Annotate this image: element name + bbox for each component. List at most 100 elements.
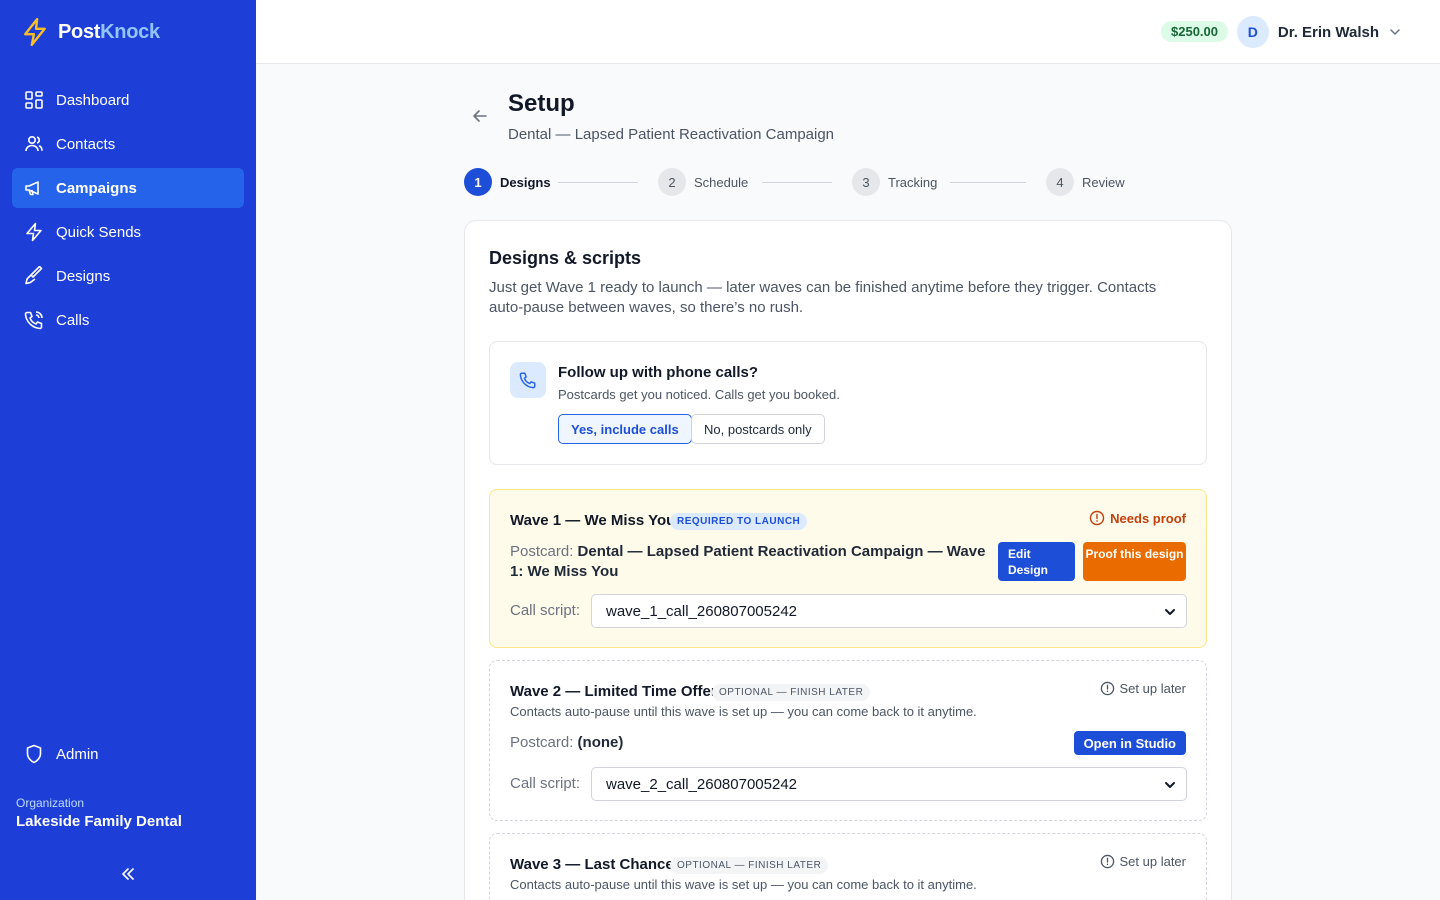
phone-calls-prompt: Follow up with phone calls? Postcards ge…	[489, 341, 1207, 465]
card-title: Designs & scripts	[489, 248, 642, 268]
calls-title: Follow up with phone calls?	[558, 364, 758, 381]
phone-tile	[510, 362, 546, 398]
bolt-logo-icon	[24, 18, 46, 46]
status-set-up-later: Set up later	[1100, 681, 1187, 696]
call-script-value: wave_2_call_260807005242	[606, 775, 798, 793]
postcard-info: Postcard: Dental — Lapsed Patient Reacti…	[510, 542, 990, 582]
back-button[interactable]	[470, 106, 490, 126]
clock-alert-icon	[1100, 854, 1114, 869]
include-calls-button[interactable]: Yes, include calls	[558, 414, 692, 444]
required-badge: REQUIRED TO LAUNCH	[670, 513, 808, 530]
user-name: Dr. Erin Walsh	[1277, 23, 1379, 41]
step-connector	[558, 182, 638, 183]
step-number: 3	[852, 168, 880, 196]
step-designs[interactable]: 1 Designs	[464, 168, 551, 196]
chevron-down-icon	[1165, 609, 1175, 615]
account-balance-badge: $250.00	[1161, 21, 1228, 42]
step-number: 2	[658, 168, 686, 196]
chevrons-left-icon	[122, 868, 134, 880]
step-number: 4	[1046, 168, 1074, 196]
postcard-label: Postcard:	[510, 734, 574, 751]
call-script-select[interactable]: wave_1_call_260807005242	[591, 594, 1187, 628]
postcard-value: (none)	[577, 734, 624, 751]
sidebar-item-label: Quick Sends	[56, 223, 142, 241]
arrow-left-icon	[473, 110, 487, 122]
clock-alert-icon	[1100, 681, 1114, 696]
optional-badge: OPTIONAL — FINISH LATER	[670, 857, 829, 874]
alert-circle-icon	[1089, 510, 1105, 526]
status-text: Needs proof	[1110, 510, 1186, 526]
wave-1-card: Wave 1 — We Miss You REQUIRED TO LAUNCH …	[489, 489, 1207, 648]
step-label: Tracking	[888, 174, 938, 190]
sidebar-item-designs[interactable]: Designs	[12, 256, 244, 296]
call-script-label: Call script:	[510, 602, 581, 619]
phone-icon	[24, 311, 43, 330]
status-set-up-later: Set up later	[1100, 854, 1187, 869]
step-label: Designs	[500, 174, 551, 190]
sidebar-item-calls[interactable]: Calls	[12, 300, 244, 340]
brand-name-part1: Post	[58, 20, 101, 43]
card-description: Just get Wave 1 ready to launch — later …	[489, 279, 1157, 316]
sidebar-item-admin[interactable]: Admin	[12, 734, 244, 774]
organization-label: Organization	[16, 796, 85, 810]
chevron-down-icon	[1390, 29, 1400, 35]
wave-note: Contacts auto-pause until this wave is s…	[510, 877, 977, 892]
dashboard-icon	[25, 91, 43, 109]
collapse-sidebar-button[interactable]	[116, 862, 140, 886]
sidebar-item-label: Designs	[56, 267, 111, 285]
page-subtitle: Dental — Lapsed Patient Reactivation Cam…	[508, 126, 835, 143]
status-text: Set up later	[1119, 681, 1187, 696]
brand-name: PostKnock	[58, 21, 160, 44]
sidebar-item-label: Admin	[56, 745, 99, 763]
user-menu[interactable]: D Dr. Erin Walsh	[1236, 16, 1402, 48]
sidebar: PostKnock Dashboard Contacts Campaigns Q…	[0, 0, 256, 900]
sidebar-item-label: Dashboard	[56, 91, 130, 109]
step-number: 1	[464, 168, 492, 196]
edit-design-button[interactable]: Edit Design	[998, 542, 1075, 581]
postcard-info: Postcard: (none)	[510, 733, 623, 753]
megaphone-icon	[25, 181, 39, 196]
designs-card: Designs & scripts Just get Wave 1 ready …	[464, 220, 1232, 900]
wave-title: Wave 1 — We Miss You	[510, 512, 676, 529]
call-script-label: Call script:	[510, 775, 581, 792]
sidebar-admin: Admin	[12, 734, 244, 778]
step-label: Schedule	[694, 174, 749, 190]
status-text: Set up later	[1119, 854, 1187, 869]
open-in-studio-button[interactable]: Open in Studio	[1073, 731, 1186, 755]
bolt-icon	[26, 222, 42, 242]
brand-logo[interactable]: PostKnock	[22, 18, 160, 46]
brand-name-part2: Knock	[100, 20, 160, 43]
sidebar-item-label: Contacts	[56, 135, 116, 153]
step-tracking[interactable]: 3 Tracking	[852, 168, 937, 196]
wave-title: Wave 2 — Limited Time Offer	[510, 683, 717, 700]
sidebar-item-campaigns[interactable]: Campaigns	[12, 168, 244, 208]
step-schedule[interactable]: 2 Schedule	[658, 168, 748, 196]
wave-note: Contacts auto-pause until this wave is s…	[510, 704, 977, 719]
postcards-only-button[interactable]: No, postcards only	[691, 414, 825, 444]
brush-icon	[25, 266, 43, 285]
step-connector	[950, 182, 1026, 183]
sidebar-item-label: Calls	[56, 311, 90, 329]
avatar: D	[1236, 16, 1269, 48]
sidebar-item-label: Campaigns	[56, 179, 137, 197]
step-connector	[762, 182, 832, 183]
optional-badge: OPTIONAL — FINISH LATER	[712, 684, 871, 701]
organization-info: Organization Lakeside Family Dental	[16, 796, 182, 830]
wave-2-card: Wave 2 — Limited Time Offer OPTIONAL — F…	[489, 660, 1207, 821]
call-script-select[interactable]: wave_2_call_260807005242	[591, 767, 1187, 801]
sidebar-nav: Dashboard Contacts Campaigns Quick Sends…	[12, 80, 244, 344]
shield-icon	[26, 744, 42, 764]
sidebar-item-quick-sends[interactable]: Quick Sends	[12, 212, 244, 252]
step-review[interactable]: 4 Review	[1046, 168, 1125, 196]
sidebar-item-dashboard[interactable]: Dashboard	[12, 80, 244, 120]
organization-name: Lakeside Family Dental	[16, 813, 182, 830]
sidebar-item-contacts[interactable]: Contacts	[12, 124, 244, 164]
phone-icon	[519, 372, 536, 389]
chevron-down-icon	[1165, 782, 1175, 788]
page-title: Setup	[508, 90, 575, 117]
users-icon	[25, 135, 43, 152]
status-needs-proof: Needs proof	[1089, 510, 1186, 526]
topbar: $250.00 D Dr. Erin Walsh	[256, 0, 1440, 64]
step-label: Review	[1082, 174, 1125, 190]
proof-design-button[interactable]: Proof this design	[1083, 542, 1186, 581]
